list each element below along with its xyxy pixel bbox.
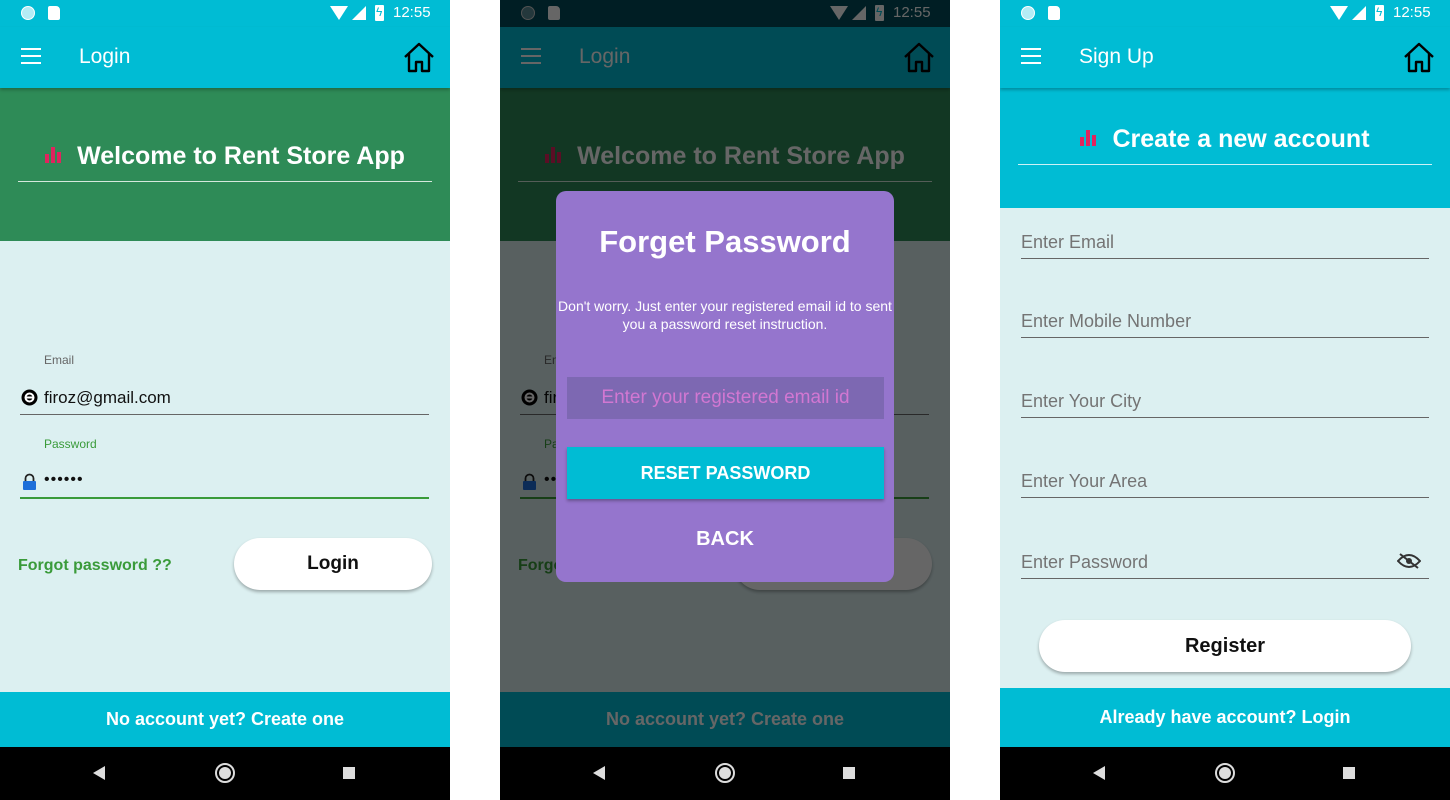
home-icon[interactable]	[402, 40, 436, 74]
signup-screen: 12:55 Sign Up Create a new account Enter…	[1000, 0, 1450, 800]
recents-nav-icon[interactable]	[343, 767, 355, 779]
nav-bar	[0, 747, 450, 800]
signup-title: Create a new account	[1000, 123, 1450, 155]
battery-icon	[375, 5, 384, 21]
dialog-title: Forget Password	[599, 224, 851, 259]
forgot-password-screen: 12:55 Login Welcome to Rent Store App Em…	[500, 0, 950, 800]
signal-icon	[1352, 6, 1366, 20]
email-field[interactable]: firoz@gmail.com	[20, 381, 429, 415]
back-button[interactable]: BACK	[556, 526, 894, 552]
back-nav-icon[interactable]	[1093, 766, 1105, 780]
login-screen: 12:55 Login Welcome to Rent Store App Em…	[0, 0, 450, 800]
password-placeholder: Enter Password	[1021, 552, 1149, 572]
reset-email-input[interactable]	[567, 377, 884, 419]
password-label: Password	[44, 437, 97, 451]
bar-chart-icon	[45, 145, 63, 164]
nav-bar	[500, 747, 950, 800]
mobile-placeholder: Enter Mobile Number	[1021, 311, 1192, 331]
lock-icon	[23, 473, 36, 490]
forgot-password-link[interactable]: Forgot password ??	[18, 557, 172, 575]
reset-password-button[interactable]: RESET PASSWORD	[567, 447, 884, 499]
back-nav-icon[interactable]	[93, 766, 105, 780]
header-divider	[18, 181, 432, 182]
header-divider	[1018, 164, 1432, 165]
wifi-icon	[1330, 6, 1348, 20]
home-icon[interactable]	[1402, 40, 1436, 74]
menu-icon[interactable]	[21, 48, 41, 64]
back-nav-icon[interactable]	[593, 766, 605, 780]
email-label: Email	[44, 353, 75, 367]
welcome-title: Welcome to Rent Store App	[0, 140, 450, 172]
welcome-header: Welcome to Rent Store App	[0, 88, 450, 241]
status-bar: 12:55	[1000, 0, 1450, 27]
eye-off-icon[interactable]	[1397, 553, 1421, 569]
login-link[interactable]: Already have account? Login	[1000, 688, 1450, 747]
login-button[interactable]: Login	[234, 538, 432, 590]
wifi-icon	[330, 6, 348, 20]
menu-icon[interactable]	[1021, 48, 1041, 64]
sd-card-icon	[48, 6, 60, 20]
email-value: firoz@gmail.com	[44, 388, 171, 407]
email-input[interactable]: Enter Email	[1021, 223, 1429, 259]
city-input[interactable]: Enter Your City	[1021, 382, 1429, 418]
area-input[interactable]: Enter Your Area	[1021, 462, 1429, 498]
email-at-icon	[21, 389, 38, 406]
register-button[interactable]: Register	[1039, 620, 1411, 672]
status-time: 12:55	[1393, 4, 1431, 21]
app-bar: Sign Up	[1000, 27, 1450, 88]
city-placeholder: Enter Your City	[1021, 391, 1142, 411]
notification-icon	[1021, 6, 1035, 20]
notification-icon	[21, 6, 35, 20]
dialog-message: Don't worry. Just enter your registered …	[558, 298, 892, 332]
signup-header: Create a new account	[1000, 88, 1450, 208]
signal-icon	[352, 6, 366, 20]
password-input[interactable]: Enter Password	[1021, 543, 1429, 579]
recents-nav-icon[interactable]	[843, 767, 855, 779]
nav-bar	[1000, 747, 1450, 800]
create-account-link[interactable]: No account yet? Create one	[0, 692, 450, 747]
area-placeholder: Enter Your Area	[1021, 471, 1148, 491]
bar-chart-icon	[1080, 128, 1098, 147]
sd-card-icon	[1048, 6, 1060, 20]
email-placeholder: Enter Email	[1021, 232, 1115, 252]
forget-password-dialog: Forget Password Don't worry. Just enter …	[556, 191, 894, 582]
home-nav-icon[interactable]	[1215, 763, 1235, 783]
app-bar-title: Sign Up	[1079, 45, 1154, 68]
password-field[interactable]: ••••••	[20, 465, 429, 499]
battery-icon	[1375, 5, 1384, 21]
home-nav-icon[interactable]	[715, 763, 735, 783]
home-nav-icon[interactable]	[215, 763, 235, 783]
status-time: 12:55	[393, 4, 431, 21]
recents-nav-icon[interactable]	[1343, 767, 1355, 779]
password-value: ••••••	[44, 471, 84, 488]
app-bar-title: Login	[79, 45, 131, 68]
mobile-input[interactable]: Enter Mobile Number	[1021, 302, 1429, 338]
app-bar: Login	[0, 27, 450, 88]
status-bar: 12:55	[0, 0, 450, 27]
